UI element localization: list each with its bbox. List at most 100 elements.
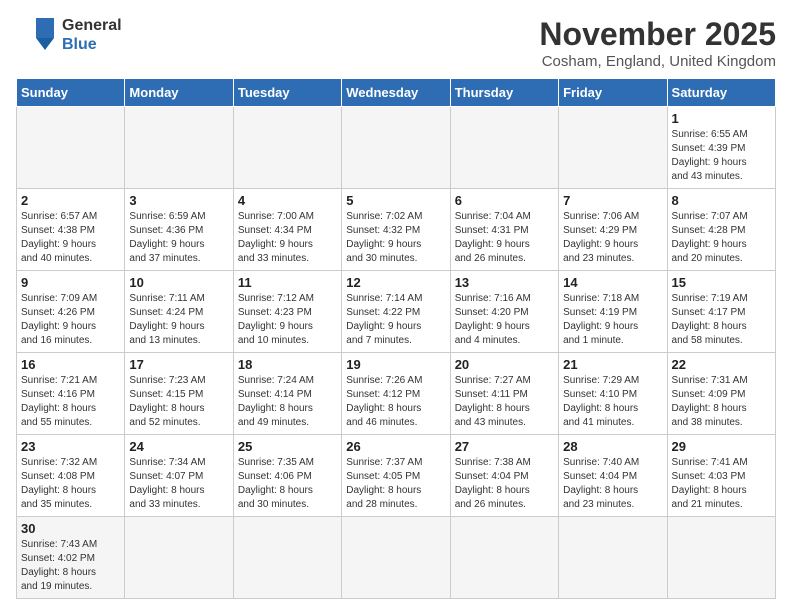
calendar-cell	[559, 107, 667, 189]
day-info: Sunrise: 7:11 AM Sunset: 4:24 PM Dayligh…	[129, 292, 228, 348]
day-number: 22	[672, 357, 771, 372]
day-number: 20	[455, 357, 554, 372]
day-number: 10	[129, 275, 228, 290]
weekday-header: Sunday	[17, 79, 125, 107]
calendar-cell: 29 Sunrise: 7:41 AM Sunset: 4:03 PM Dayli…	[667, 435, 775, 517]
day-info: Sunrise: 7:43 AM Sunset: 4:02 PM Dayligh…	[21, 538, 120, 594]
logo-blue: Blue	[62, 35, 122, 54]
calendar-cell: 13 Sunrise: 7:16 AM Sunset: 4:20 PM Dayli…	[450, 271, 558, 353]
day-number: 18	[238, 357, 337, 372]
day-info: Sunrise: 7:40 AM Sunset: 4:04 PM Dayligh…	[563, 456, 662, 512]
day-number: 21	[563, 357, 662, 372]
calendar-cell: 10 Sunrise: 7:11 AM Sunset: 4:24 PM Dayli…	[125, 271, 233, 353]
calendar-cell: 7 Sunrise: 7:06 AM Sunset: 4:29 PM Daylig…	[559, 189, 667, 271]
day-info: Sunrise: 7:00 AM Sunset: 4:34 PM Dayligh…	[238, 210, 337, 266]
day-number: 6	[455, 193, 554, 208]
calendar-cell: 30 Sunrise: 7:43 AM Sunset: 4:02 PM Dayli…	[17, 517, 125, 599]
day-number: 19	[346, 357, 445, 372]
calendar-cell: 28 Sunrise: 7:40 AM Sunset: 4:04 PM Dayli…	[559, 435, 667, 517]
weekday-header: Thursday	[450, 79, 558, 107]
day-info: Sunrise: 6:59 AM Sunset: 4:36 PM Dayligh…	[129, 210, 228, 266]
day-number: 17	[129, 357, 228, 372]
day-info: Sunrise: 7:19 AM Sunset: 4:17 PM Dayligh…	[672, 292, 771, 348]
day-number: 1	[672, 111, 771, 126]
logo: GeneralBlue	[16, 16, 122, 54]
calendar-cell	[342, 107, 450, 189]
day-info: Sunrise: 7:09 AM Sunset: 4:26 PM Dayligh…	[21, 292, 120, 348]
calendar-cell: 26Sunrise: 7:37 AM Sunset: 4:05 PM Dayli…	[342, 435, 450, 517]
calendar-subtitle: Cosham, England, United Kingdom	[539, 53, 776, 70]
day-number: 28	[563, 439, 662, 454]
day-info: Sunrise: 7:18 AM Sunset: 4:19 PM Dayligh…	[563, 292, 662, 348]
calendar-cell: 5 Sunrise: 7:02 AM Sunset: 4:32 PM Daylig…	[342, 189, 450, 271]
calendar-cell: 22 Sunrise: 7:31 AM Sunset: 4:09 PM Dayli…	[667, 353, 775, 435]
day-number: 2	[21, 193, 120, 208]
calendar-cell	[125, 107, 233, 189]
calendar-cell: 3 Sunrise: 6:59 AM Sunset: 4:36 PM Daylig…	[125, 189, 233, 271]
calendar-cell: 24Sunrise: 7:34 AM Sunset: 4:07 PM Dayli…	[125, 435, 233, 517]
day-info: Sunrise: 7:35 AM Sunset: 4:06 PM Dayligh…	[238, 456, 337, 512]
weekday-header: Friday	[559, 79, 667, 107]
calendar-cell: 27 Sunrise: 7:38 AM Sunset: 4:04 PM Dayli…	[450, 435, 558, 517]
day-number: 27	[455, 439, 554, 454]
day-info: Sunrise: 7:21 AM Sunset: 4:16 PM Dayligh…	[21, 374, 120, 430]
calendar-cell: 1 Sunrise: 6:55 AM Sunset: 4:39 PM Daylig…	[667, 107, 775, 189]
day-number: 29	[672, 439, 771, 454]
calendar-cell: 8 Sunrise: 7:07 AM Sunset: 4:28 PM Daylig…	[667, 189, 775, 271]
day-number: 14	[563, 275, 662, 290]
calendar-cell: 21 Sunrise: 7:29 AM Sunset: 4:10 PM Dayli…	[559, 353, 667, 435]
calendar-title: November 2025	[539, 16, 776, 53]
day-info: Sunrise: 7:27 AM Sunset: 4:11 PM Dayligh…	[455, 374, 554, 430]
calendar-cell	[450, 517, 558, 599]
weekday-header: Monday	[125, 79, 233, 107]
day-number: 7	[563, 193, 662, 208]
day-number: 30	[21, 521, 120, 536]
calendar-cell: 6 Sunrise: 7:04 AM Sunset: 4:31 PM Daylig…	[450, 189, 558, 271]
title-area: November 2025 Cosham, England, United Ki…	[539, 16, 776, 70]
calendar-cell: 17 Sunrise: 7:23 AM Sunset: 4:15 PM Dayli…	[125, 353, 233, 435]
calendar-cell	[233, 517, 341, 599]
calendar-cell: 9Sunrise: 7:09 AM Sunset: 4:26 PM Daylig…	[17, 271, 125, 353]
calendar-cell	[450, 107, 558, 189]
day-info: Sunrise: 7:04 AM Sunset: 4:31 PM Dayligh…	[455, 210, 554, 266]
day-number: 15	[672, 275, 771, 290]
day-number: 13	[455, 275, 554, 290]
calendar-cell	[559, 517, 667, 599]
calendar-cell: 23Sunrise: 7:32 AM Sunset: 4:08 PM Dayli…	[17, 435, 125, 517]
day-number: 8	[672, 193, 771, 208]
day-number: 26	[346, 439, 445, 454]
day-info: Sunrise: 7:07 AM Sunset: 4:28 PM Dayligh…	[672, 210, 771, 266]
day-info: Sunrise: 7:16 AM Sunset: 4:20 PM Dayligh…	[455, 292, 554, 348]
logo-general: General	[62, 16, 122, 35]
day-info: Sunrise: 7:24 AM Sunset: 4:14 PM Dayligh…	[238, 374, 337, 430]
calendar-cell: 14 Sunrise: 7:18 AM Sunset: 4:19 PM Dayli…	[559, 271, 667, 353]
day-info: Sunrise: 6:57 AM Sunset: 4:38 PM Dayligh…	[21, 210, 120, 266]
day-number: 5	[346, 193, 445, 208]
calendar-cell	[125, 517, 233, 599]
calendar-cell	[342, 517, 450, 599]
calendar-cell: 25 Sunrise: 7:35 AM Sunset: 4:06 PM Dayli…	[233, 435, 341, 517]
logo-svg	[16, 16, 58, 54]
weekday-header: Tuesday	[233, 79, 341, 107]
day-info: Sunrise: 7:38 AM Sunset: 4:04 PM Dayligh…	[455, 456, 554, 512]
day-info: Sunrise: 7:31 AM Sunset: 4:09 PM Dayligh…	[672, 374, 771, 430]
day-number: 23	[21, 439, 120, 454]
day-info: Sunrise: 7:41 AM Sunset: 4:03 PM Dayligh…	[672, 456, 771, 512]
calendar-cell: 11Sunrise: 7:12 AM Sunset: 4:23 PM Dayli…	[233, 271, 341, 353]
day-number: 12	[346, 275, 445, 290]
day-number: 24	[129, 439, 228, 454]
calendar-cell	[17, 107, 125, 189]
day-number: 3	[129, 193, 228, 208]
day-info: Sunrise: 7:26 AM Sunset: 4:12 PM Dayligh…	[346, 374, 445, 430]
calendar-cell: 19 Sunrise: 7:26 AM Sunset: 4:12 PM Dayli…	[342, 353, 450, 435]
day-info: Sunrise: 7:29 AM Sunset: 4:10 PM Dayligh…	[563, 374, 662, 430]
day-info: Sunrise: 7:23 AM Sunset: 4:15 PM Dayligh…	[129, 374, 228, 430]
day-number: 11	[238, 275, 337, 290]
day-number: 25	[238, 439, 337, 454]
calendar-cell: 18 Sunrise: 7:24 AM Sunset: 4:14 PM Dayli…	[233, 353, 341, 435]
calendar-header: SundayMondayTuesdayWednesdayThursdayFrid…	[17, 79, 776, 107]
day-info: Sunrise: 7:06 AM Sunset: 4:29 PM Dayligh…	[563, 210, 662, 266]
day-info: Sunrise: 6:55 AM Sunset: 4:39 PM Dayligh…	[672, 128, 771, 184]
day-number: 4	[238, 193, 337, 208]
day-info: Sunrise: 7:02 AM Sunset: 4:32 PM Dayligh…	[346, 210, 445, 266]
